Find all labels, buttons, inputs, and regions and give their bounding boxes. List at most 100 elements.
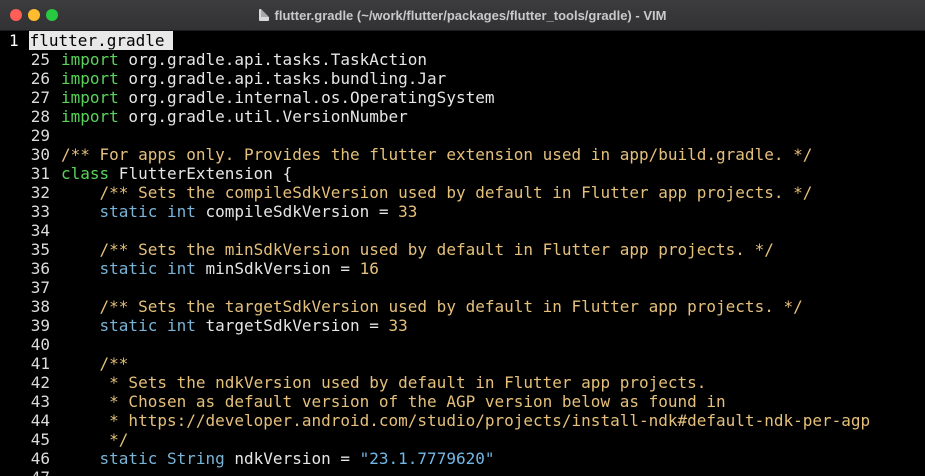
code-line[interactable]: 37 — [0, 278, 925, 297]
line-number: 27 — [30, 88, 50, 107]
code-token: class — [61, 164, 110, 183]
line-number: 28 — [30, 107, 50, 126]
code-token: /** Sets the minSdkVersion used by defau… — [99, 240, 774, 259]
code-line[interactable]: 41 /** — [0, 354, 925, 373]
code-line[interactable]: 46 static String ndkVersion = "23.1.7779… — [0, 449, 925, 468]
code-token: 33 — [388, 316, 408, 335]
line-number: 37 — [30, 278, 50, 297]
editor-area[interactable]: 1 flutter.gradle 25 import org.gradle.api… — [0, 31, 925, 476]
code-token: int — [166, 316, 196, 335]
code-line[interactable]: 35 /** Sets the minSdkVersion used by de… — [0, 240, 925, 259]
line-number: 45 — [30, 430, 50, 449]
window-title: flutter.gradle (~/work/flutter/packages/… — [274, 7, 667, 23]
code-token: import — [61, 69, 119, 88]
code-token: org.gradle.api.tasks.TaskAction — [118, 50, 428, 69]
code-line[interactable]: 45 */ — [0, 430, 925, 449]
code-line[interactable]: 42 * Sets the ndkVersion used by default… — [0, 373, 925, 392]
code-line[interactable]: 25 import org.gradle.api.tasks.TaskAction — [0, 50, 925, 69]
code-token: org.gradle.internal.os.OperatingSystem — [118, 88, 495, 107]
code-token: int — [166, 259, 196, 278]
line-number: 44 — [30, 411, 50, 430]
code-line[interactable]: 26 import org.gradle.api.tasks.bundling.J… — [0, 69, 925, 88]
tab-number: 1 — [0, 31, 29, 50]
line-code: */ — [61, 430, 128, 449]
code-line[interactable]: 40 — [0, 335, 925, 354]
line-code: static int compileSdkVersion = 33 — [61, 202, 418, 221]
line-code: import org.gradle.api.tasks.TaskAction — [61, 50, 427, 69]
code-token: targetSdkVersion = — [195, 316, 389, 335]
code-line[interactable]: 30 /** For apps only. Provides the flutte… — [0, 145, 925, 164]
line-code: /** Sets the targetSdkVersion used by de… — [61, 297, 803, 316]
line-number: 32 — [30, 183, 50, 202]
document-icon — [258, 9, 269, 21]
line-code: /** Sets the minSdkVersion used by defau… — [61, 240, 774, 259]
code-token: static — [99, 449, 158, 468]
line-number: 36 — [30, 259, 50, 278]
code-line[interactable]: 29 — [0, 126, 925, 145]
code-token: org.gradle.util.VersionNumber — [118, 107, 408, 126]
code-token: * Chosen as default version of the AGP v… — [99, 392, 726, 411]
line-code: /** — [61, 354, 129, 373]
code-line[interactable]: 27 import org.gradle.internal.os.Operatin… — [0, 88, 925, 107]
code-token: import — [61, 107, 119, 126]
code-token: static — [99, 316, 158, 335]
code-token: * Sets the ndkVersion used by default in… — [99, 373, 707, 392]
code-token: * https://developer.android.com/studio/p… — [99, 411, 871, 430]
line-number: 42 — [30, 373, 50, 392]
line-code: static int minSdkVersion = 16 — [61, 259, 379, 278]
line-code: import org.gradle.util.VersionNumber — [61, 107, 408, 126]
code-line[interactable]: 31 class FlutterExtension { — [0, 164, 925, 183]
code-line[interactable]: 32 /** Sets the compileSdkVersion used b… — [0, 183, 925, 202]
code-line[interactable]: 44 * https://developer.android.com/studi… — [0, 411, 925, 430]
line-number: 33 — [30, 202, 50, 221]
code-line[interactable]: 38 /** Sets the targetSdkVersion used by… — [0, 297, 925, 316]
code-token: static — [99, 202, 158, 221]
code-buffer[interactable]: 25 import org.gradle.api.tasks.TaskAction… — [0, 50, 925, 476]
line-code: /** For apps only. Provides the flutter … — [61, 145, 812, 164]
code-line[interactable]: 47 — [0, 468, 925, 476]
code-token: static — [99, 259, 158, 278]
code-line[interactable]: 33 static int compileSdkVersion = 33 — [0, 202, 925, 221]
code-line[interactable]: 39 static int targetSdkVersion = 33 — [0, 316, 925, 335]
code-line[interactable]: 43 * Chosen as default version of the AG… — [0, 392, 925, 411]
code-token: org.gradle.api.tasks.bundling.Jar — [118, 69, 447, 88]
code-token: ndkVersion = — [224, 449, 360, 468]
code-token: /** Sets the targetSdkVersion used by de… — [99, 297, 803, 316]
line-number: 34 — [30, 221, 50, 240]
code-token: */ — [99, 430, 129, 449]
title-bar[interactable]: flutter.gradle (~/work/flutter/packages/… — [0, 0, 925, 31]
line-number: 25 — [30, 50, 50, 69]
line-code: * Chosen as default version of the AGP v… — [61, 392, 726, 411]
line-code: import org.gradle.api.tasks.bundling.Jar — [61, 69, 446, 88]
line-code: class FlutterExtension { — [61, 164, 292, 183]
title-container: flutter.gradle (~/work/flutter/packages/… — [0, 0, 925, 30]
code-line[interactable]: 36 static int minSdkVersion = 16 — [0, 259, 925, 278]
code-token: /** For apps only. Provides the flutter … — [61, 145, 813, 164]
line-code: static String ndkVersion = "23.1.7779620… — [61, 449, 495, 468]
line-number: 26 — [30, 69, 50, 88]
code-line[interactable]: 28 import org.gradle.util.VersionNumber — [0, 107, 925, 126]
code-token: 33 — [398, 202, 418, 221]
code-line[interactable]: 34 — [0, 221, 925, 240]
tab-flutter-gradle[interactable]: flutter.gradle — [28, 31, 173, 50]
line-number: 30 — [30, 145, 50, 164]
vim-window: flutter.gradle (~/work/flutter/packages/… — [0, 0, 925, 476]
line-number: 38 — [30, 297, 50, 316]
line-code: * https://developer.android.com/studio/p… — [61, 411, 870, 430]
line-code: /** Sets the compileSdkVersion used by d… — [61, 183, 813, 202]
line-code: * Sets the ndkVersion used by default in… — [61, 373, 706, 392]
